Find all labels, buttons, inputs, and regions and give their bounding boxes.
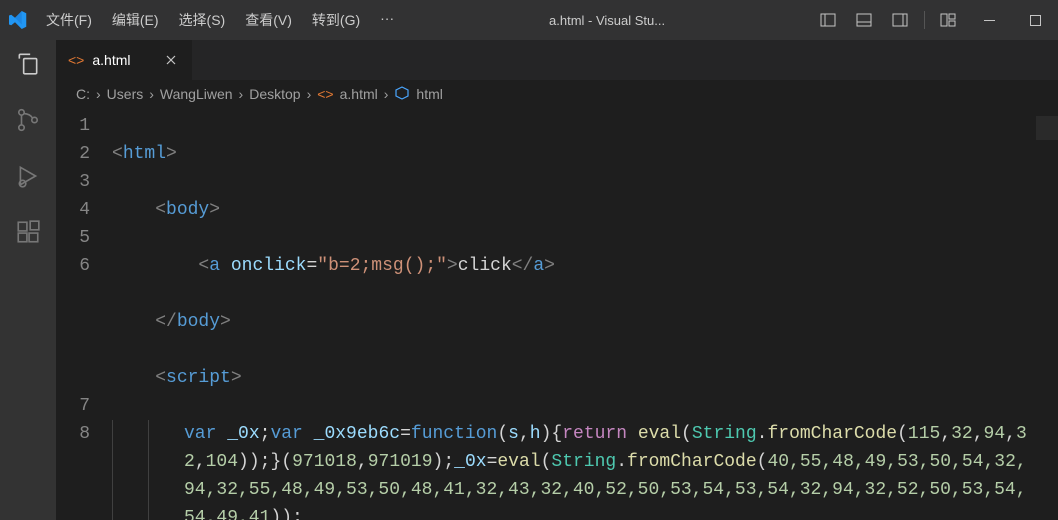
menu-view[interactable]: 查看(V)	[235, 10, 302, 30]
code-line: <html>	[112, 140, 1036, 168]
html-file-icon: <>	[68, 52, 84, 68]
explorer-icon[interactable]	[12, 48, 44, 80]
customize-layout-icon[interactable]	[930, 0, 966, 40]
title-bar: 文件(F) 编辑(E) 选择(S) 查看(V) 转到(G) ··· a.html…	[0, 0, 1058, 40]
line-number: 6	[56, 252, 90, 392]
editor-area: <> a.html C: › Users › WangLiwen › Deskt…	[56, 40, 1058, 520]
line-number: 8	[56, 420, 90, 448]
close-tab-icon[interactable]	[162, 51, 180, 69]
crumb-sep: ›	[239, 86, 244, 102]
extensions-icon[interactable]	[12, 216, 44, 248]
menu-file[interactable]: 文件(F)	[36, 10, 102, 30]
html-file-icon: <>	[317, 86, 333, 102]
tab-label: a.html	[92, 52, 130, 68]
source-control-icon[interactable]	[12, 104, 44, 136]
code-line: var _0x;var _0x9eb6c=function(s,h){retur…	[112, 420, 1036, 520]
run-debug-icon[interactable]	[12, 160, 44, 192]
activity-bar	[0, 40, 56, 520]
line-number: 7	[56, 392, 90, 420]
maximize-button[interactable]	[1012, 0, 1058, 40]
menu-goto[interactable]: 转到(G)	[302, 10, 370, 30]
separator	[918, 0, 930, 40]
layout-panel-right-icon[interactable]	[882, 0, 918, 40]
code-line: <body>	[112, 196, 1036, 224]
code-line: <a onclick="b=2;msg();">click</a>	[112, 252, 1036, 280]
crumb-sep: ›	[307, 86, 312, 102]
crumb-users[interactable]: Users	[107, 86, 144, 102]
menu-bar: 文件(F) 编辑(E) 选择(S) 查看(V) 转到(G) ···	[36, 10, 404, 30]
minimap-content	[1036, 116, 1058, 196]
minimize-button[interactable]	[966, 0, 1012, 40]
crumb-drive[interactable]: C:	[76, 86, 90, 102]
line-number: 3	[56, 168, 90, 196]
title-text: a.html - Visual Stu...	[404, 13, 810, 28]
title-right-actions	[810, 0, 1058, 40]
tabs-bar: <> a.html	[56, 40, 1058, 80]
crumb-file[interactable]: a.html	[340, 86, 378, 102]
layout-panel-left-icon[interactable]	[810, 0, 846, 40]
line-number: 1	[56, 112, 90, 140]
code-content[interactable]: <html> <body> <a onclick="b=2;msg();">cl…	[112, 108, 1036, 520]
layout-panel-bottom-icon[interactable]	[846, 0, 882, 40]
minimap[interactable]	[1036, 108, 1058, 520]
code-editor[interactable]: 1 2 3 4 5 6 7 8 <html> <body> <a onclick…	[56, 108, 1058, 520]
breadcrumbs: C: › Users › WangLiwen › Desktop › <> a.…	[56, 80, 1058, 108]
crumb-wangliwen[interactable]: WangLiwen	[160, 86, 233, 102]
crumb-sep: ›	[149, 86, 154, 102]
menu-select[interactable]: 选择(S)	[169, 10, 236, 30]
tab-a-html[interactable]: <> a.html	[56, 40, 193, 80]
crumb-sep: ›	[96, 86, 101, 102]
line-number: 2	[56, 140, 90, 168]
code-line: <script>	[112, 364, 1036, 392]
code-line: </body>	[112, 308, 1036, 336]
line-number: 5	[56, 224, 90, 252]
crumb-sep: ›	[384, 86, 389, 102]
crumb-desktop[interactable]: Desktop	[249, 86, 300, 102]
line-gutter: 1 2 3 4 5 6 7 8	[56, 108, 112, 520]
menu-edit[interactable]: 编辑(E)	[102, 10, 169, 30]
crumb-symbol[interactable]: html	[416, 86, 442, 102]
symbol-icon	[394, 85, 410, 104]
line-number: 4	[56, 196, 90, 224]
vscode-logo-icon	[0, 11, 36, 29]
menu-more[interactable]: ···	[370, 10, 404, 30]
